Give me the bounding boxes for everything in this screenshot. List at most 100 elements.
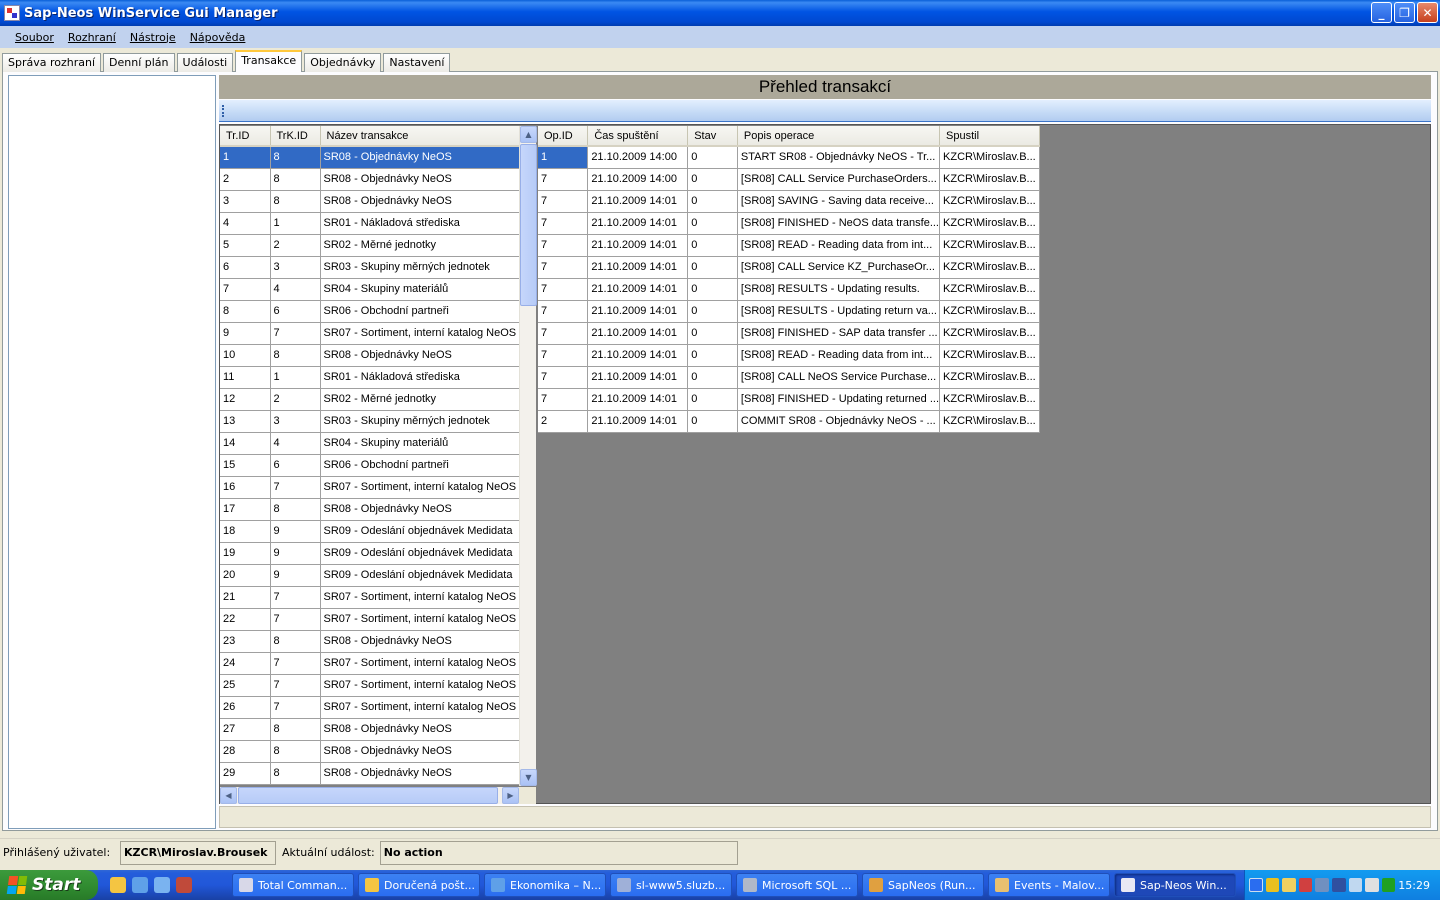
scroll-right-icon[interactable]: ▶ — [502, 787, 519, 804]
tray-expand-icon[interactable] — [1249, 878, 1263, 892]
cell-popis[interactable]: [SR08] RESULTS - Updating return va... — [737, 300, 941, 323]
close-button[interactable]: ✕ — [1417, 2, 1438, 23]
cell-trid[interactable]: 8 — [220, 300, 271, 323]
col-header-trkid[interactable]: TrK.ID — [270, 126, 321, 147]
explorer-icon[interactable] — [154, 877, 170, 893]
cell-spustil[interactable]: KZCR\Miroslav.B... — [939, 410, 1040, 433]
cell-trid[interactable]: 11 — [220, 366, 271, 389]
cell-nazev[interactable]: SR06 - Obchodní partneři — [320, 454, 520, 477]
transaction-row[interactable]: 23 8 SR08 - Objednávky NeOS — [220, 630, 520, 653]
cell-spustil[interactable]: KZCR\Miroslav.B... — [939, 256, 1040, 279]
cell-trid[interactable]: 24 — [220, 652, 271, 675]
cell-trid[interactable]: 10 — [220, 344, 271, 367]
cell-stav[interactable]: 0 — [687, 300, 738, 323]
hscroll-thumb[interactable] — [238, 787, 498, 804]
transaction-row[interactable]: 19 9 SR09 - Odeslání objednávek Medidata — [220, 542, 520, 565]
operations-grid[interactable]: Op.ID Čas spuštění Stav Popis operace Sp… — [538, 126, 1040, 436]
operation-row[interactable]: 7 21.10.2009 14:01 0 [SR08] SAVING - Saving… — [538, 190, 1040, 213]
cell-trid[interactable]: 6 — [220, 256, 271, 279]
cell-stav[interactable]: 0 — [687, 146, 738, 169]
cell-spustil[interactable]: KZCR\Miroslav.B... — [939, 344, 1040, 367]
cell-opid[interactable]: 7 — [538, 256, 589, 279]
cell-cas[interactable]: 21.10.2009 14:01 — [587, 212, 689, 235]
operation-row[interactable]: 1 21.10.2009 14:00 0 START SR08 - Objednávk… — [538, 146, 1040, 169]
cell-opid[interactable]: 7 — [538, 212, 589, 235]
cell-trkid[interactable]: 8 — [270, 190, 321, 213]
transaction-row[interactable]: 12 2 SR02 - Měrné jednotky — [220, 388, 520, 411]
transaction-row[interactable]: 20 9 SR09 - Odeslání objednávek Medidata — [220, 564, 520, 587]
cell-trkid[interactable]: 7 — [270, 476, 321, 499]
cell-nazev[interactable]: SR02 - Měrné jednotky — [320, 388, 520, 411]
cell-trkid[interactable]: 4 — [270, 432, 321, 455]
cell-popis[interactable]: COMMIT SR08 - Objednávky NeOS - ... — [737, 410, 941, 433]
cell-popis[interactable]: [SR08] SAVING - Saving data receive... — [737, 190, 941, 213]
cell-trid[interactable]: 5 — [220, 234, 271, 257]
cell-trid[interactable]: 1 — [220, 146, 271, 169]
transaction-row[interactable]: 9 7 SR07 - Sortiment, interní katalog NeOS — [220, 322, 520, 345]
cell-trkid[interactable]: 8 — [270, 146, 321, 169]
cell-popis[interactable]: [SR08] READ - Reading data from int... — [737, 344, 941, 367]
cell-popis[interactable]: [SR08] READ - Reading data from int... — [737, 234, 941, 257]
cell-cas[interactable]: 21.10.2009 14:01 — [587, 322, 689, 345]
cell-opid[interactable]: 7 — [538, 344, 589, 367]
col-header-cas[interactable]: Čas spuštění — [587, 126, 689, 147]
cell-trid[interactable]: 18 — [220, 520, 271, 543]
cell-cas[interactable]: 21.10.2009 14:01 — [587, 344, 689, 367]
scroll-up-icon[interactable]: ▲ — [520, 126, 537, 143]
cell-trid[interactable]: 22 — [220, 608, 271, 631]
tab-sprava-rozhrani[interactable]: Správa rozhraní — [2, 53, 102, 72]
task-total-commander[interactable]: Total Comman... — [232, 873, 354, 897]
scroll-left-icon[interactable]: ◀ — [220, 787, 237, 804]
cell-opid[interactable]: 7 — [538, 300, 589, 323]
cell-trid[interactable]: 29 — [220, 762, 271, 785]
transaction-row[interactable]: 1 8 SR08 - Objednávky NeOS — [220, 146, 520, 169]
col-header-spustil[interactable]: Spustil — [939, 126, 1040, 147]
cell-trkid[interactable]: 1 — [270, 212, 321, 235]
task-sapneos-run[interactable]: SapNeos (Run... — [862, 873, 984, 897]
transaction-row[interactable]: 25 7 SR07 - Sortiment, interní katalog NeO… — [220, 674, 520, 697]
cell-trkid[interactable]: 2 — [270, 388, 321, 411]
cell-cas[interactable]: 21.10.2009 14:01 — [587, 278, 689, 301]
cell-cas[interactable]: 21.10.2009 14:01 — [587, 366, 689, 389]
cell-nazev[interactable]: SR08 - Objednávky NeOS — [320, 740, 520, 763]
cell-nazev[interactable]: SR06 - Obchodní partneři — [320, 300, 520, 323]
task-microsoft-sql[interactable]: Microsoft SQL ... — [736, 873, 858, 897]
col-header-opid[interactable]: Op.ID — [538, 126, 589, 147]
ie-icon[interactable] — [132, 877, 148, 893]
cell-nazev[interactable]: SR08 - Objednávky NeOS — [320, 762, 520, 785]
cell-trkid[interactable]: 8 — [270, 168, 321, 191]
cell-stav[interactable]: 0 — [687, 366, 738, 389]
operation-row[interactable]: 7 21.10.2009 14:01 0 [SR08] CALL NeOS Servi… — [538, 366, 1040, 389]
cell-trid[interactable]: 12 — [220, 388, 271, 411]
cell-trid[interactable]: 19 — [220, 542, 271, 565]
transaction-row[interactable]: 8 6 SR06 - Obchodní partneři — [220, 300, 520, 323]
transaction-row[interactable]: 16 7 SR07 - Sortiment, interní katalog NeO… — [220, 476, 520, 499]
cell-spustil[interactable]: KZCR\Miroslav.B... — [939, 212, 1040, 235]
cell-trkid[interactable]: 9 — [270, 542, 321, 565]
transaction-row[interactable]: 6 3 SR03 - Skupiny měrných jednotek — [220, 256, 520, 279]
cell-cas[interactable]: 21.10.2009 14:01 — [587, 190, 689, 213]
cell-spustil[interactable]: KZCR\Miroslav.B... — [939, 278, 1040, 301]
cell-opid[interactable]: 7 — [538, 234, 589, 257]
cell-popis[interactable]: [SR08] CALL Service KZ_PurchaseOr... — [737, 256, 941, 279]
mail-tray-icon[interactable] — [1365, 878, 1379, 892]
cell-nazev[interactable]: SR09 - Odeslání objednávek Medidata — [320, 520, 520, 543]
cell-trid[interactable]: 21 — [220, 586, 271, 609]
tab-nastaveni[interactable]: Nastavení — [383, 53, 451, 72]
shield-icon[interactable] — [1265, 878, 1280, 892]
cell-stav[interactable]: 0 — [687, 344, 738, 367]
cell-trkid[interactable]: 2 — [270, 234, 321, 257]
cell-nazev[interactable]: SR07 - Sortiment, interní katalog NeOS — [320, 674, 520, 697]
cell-cas[interactable]: 21.10.2009 14:01 — [587, 388, 689, 411]
col-header-stav[interactable]: Stav — [687, 126, 738, 147]
cell-nazev[interactable]: SR08 - Objednávky NeOS — [320, 190, 520, 213]
outlook-tray-icon[interactable] — [1282, 878, 1296, 892]
cell-popis[interactable]: [SR08] CALL NeOS Service Purchase... — [737, 366, 941, 389]
transaction-row[interactable]: 28 8 SR08 - Objednávky NeOS — [220, 740, 520, 763]
cell-stav[interactable]: 0 — [687, 190, 738, 213]
cell-cas[interactable]: 21.10.2009 14:01 — [587, 410, 689, 433]
cell-trid[interactable]: 26 — [220, 696, 271, 719]
task-sl-www5[interactable]: sl-www5.sluzb... — [610, 873, 732, 897]
transaction-row[interactable]: 10 8 SR08 - Objednávky NeOS — [220, 344, 520, 367]
cell-spustil[interactable]: KZCR\Miroslav.B... — [939, 300, 1040, 323]
